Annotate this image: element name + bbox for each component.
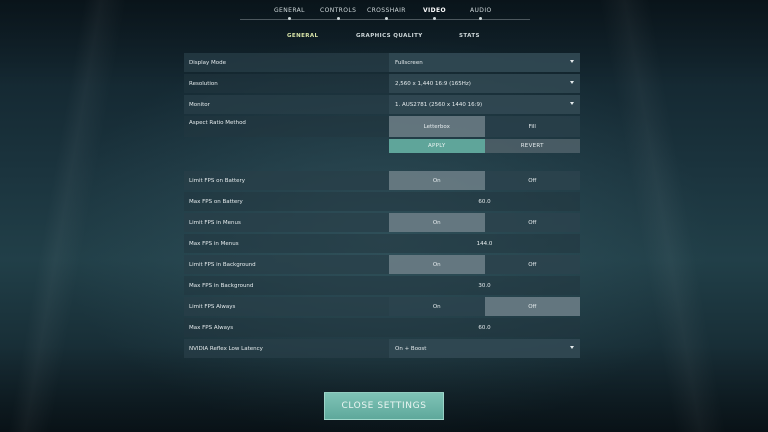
tab-dot-icon bbox=[384, 17, 388, 20]
setting-label: Max FPS in Background bbox=[189, 282, 254, 289]
setting-limit-fps-always: Limit FPS Always On Off bbox=[184, 297, 580, 316]
tab-dot-icon bbox=[479, 17, 483, 20]
setting-label: Limit FPS on Battery bbox=[189, 177, 246, 184]
tab-dot-icon bbox=[336, 17, 340, 20]
subtab-stats[interactable]: STATS bbox=[459, 33, 480, 39]
limit-fps-menus-toggle: On Off bbox=[389, 213, 580, 232]
chevron-down-icon bbox=[570, 346, 574, 349]
monitor-dropdown[interactable]: 1. AUS2781 (2560 x 1440 16:9) bbox=[389, 95, 580, 114]
tab-controls[interactable]: CONTROLS bbox=[320, 0, 357, 20]
dropdown-value: 2,560 x 1,440 16:9 (165Hz) bbox=[395, 80, 471, 87]
setting-monitor: Monitor 1. AUS2781 (2560 x 1440 16:9) bbox=[184, 95, 580, 114]
dropdown-value: Fullscreen bbox=[395, 59, 423, 66]
setting-nvidia-reflex: NVIDIA Reflex Low Latency On + Boost bbox=[184, 339, 580, 358]
on-option[interactable]: On bbox=[389, 171, 485, 190]
setting-label: Resolution bbox=[189, 80, 218, 87]
limit-fps-always-toggle: On Off bbox=[389, 297, 580, 316]
subtab-general[interactable]: GENERAL bbox=[287, 33, 318, 39]
max-fps-background-value[interactable]: 30.0 bbox=[389, 276, 580, 295]
setting-label: Max FPS on Battery bbox=[189, 198, 243, 205]
limit-fps-battery-toggle: On Off bbox=[389, 171, 580, 190]
setting-label: Limit FPS Always bbox=[189, 303, 236, 310]
nvidia-reflex-dropdown[interactable]: On + Boost bbox=[389, 339, 580, 358]
chevron-down-icon bbox=[570, 60, 574, 63]
setting-limit-fps-background: Limit FPS in Background On Off bbox=[184, 255, 580, 274]
setting-label: Max FPS Always bbox=[189, 324, 234, 331]
max-fps-always-value[interactable]: 60.0 bbox=[389, 318, 580, 337]
tab-crosshair-label: CROSSHAIR bbox=[367, 7, 406, 14]
setting-label: Aspect Ratio Method bbox=[189, 120, 246, 126]
setting-limit-fps-menus: Limit FPS in Menus On Off bbox=[184, 213, 580, 232]
setting-label: Monitor bbox=[189, 101, 210, 108]
off-option[interactable]: Off bbox=[484, 171, 580, 190]
dropdown-value: On + Boost bbox=[395, 345, 427, 352]
dropdown-value: 1. AUS2781 (2560 x 1440 16:9) bbox=[395, 101, 483, 108]
settings-panel: Display Mode Fullscreen Resolution 2,560… bbox=[184, 53, 580, 360]
off-option[interactable]: Off bbox=[484, 255, 580, 274]
setting-limit-fps-battery: Limit FPS on Battery On Off bbox=[184, 171, 580, 190]
setting-label: NVIDIA Reflex Low Latency bbox=[189, 345, 263, 352]
close-settings-button[interactable]: CLOSE SETTINGS bbox=[324, 392, 444, 420]
setting-aspect-ratio: Aspect Ratio Method Letterbox Fill bbox=[184, 116, 580, 137]
fill-option[interactable]: Fill bbox=[484, 116, 580, 137]
tab-video[interactable]: VIDEO bbox=[423, 0, 447, 20]
setting-label: Limit FPS in Background bbox=[189, 261, 256, 268]
chevron-down-icon bbox=[570, 102, 574, 105]
tab-general[interactable]: GENERAL bbox=[274, 0, 305, 20]
on-option[interactable]: On bbox=[389, 255, 485, 274]
tab-controls-label: CONTROLS bbox=[320, 7, 357, 14]
max-fps-menus-value[interactable]: 144.0 bbox=[389, 234, 580, 253]
display-mode-dropdown[interactable]: Fullscreen bbox=[389, 53, 580, 72]
tab-dot-icon bbox=[433, 17, 437, 20]
off-option[interactable]: Off bbox=[484, 297, 580, 316]
aspect-ratio-toggle: Letterbox Fill bbox=[389, 116, 580, 137]
chevron-down-icon bbox=[570, 81, 574, 84]
setting-label: Max FPS in Menus bbox=[189, 240, 239, 247]
setting-max-fps-background: Max FPS in Background 30.0 bbox=[184, 276, 580, 295]
limit-fps-background-toggle: On Off bbox=[389, 255, 580, 274]
sub-nav: GENERAL GRAPHICS QUALITY STATS bbox=[0, 33, 768, 43]
apply-revert-row: APPLY REVERT bbox=[184, 139, 580, 153]
setting-label: Limit FPS in Menus bbox=[189, 219, 241, 226]
setting-max-fps-always: Max FPS Always 60.0 bbox=[184, 318, 580, 337]
setting-resolution: Resolution 2,560 x 1,440 16:9 (165Hz) bbox=[184, 74, 580, 93]
max-fps-battery-value[interactable]: 60.0 bbox=[389, 192, 580, 211]
resolution-dropdown[interactable]: 2,560 x 1,440 16:9 (165Hz) bbox=[389, 74, 580, 93]
tab-audio[interactable]: AUDIO bbox=[470, 0, 492, 20]
tab-crosshair[interactable]: CROSSHAIR bbox=[367, 0, 406, 20]
tab-video-label: VIDEO bbox=[423, 7, 447, 14]
on-option[interactable]: On bbox=[389, 297, 485, 316]
setting-label: Display Mode bbox=[189, 59, 227, 66]
subtab-graphics-quality[interactable]: GRAPHICS QUALITY bbox=[356, 33, 423, 39]
tab-dot-icon bbox=[287, 17, 291, 20]
off-option[interactable]: Off bbox=[484, 213, 580, 232]
apply-button[interactable]: APPLY bbox=[389, 139, 485, 153]
letterbox-option[interactable]: Letterbox bbox=[389, 116, 485, 137]
tab-audio-label: AUDIO bbox=[470, 7, 492, 14]
on-option[interactable]: On bbox=[389, 213, 485, 232]
tab-general-label: GENERAL bbox=[274, 7, 305, 14]
setting-max-fps-menus: Max FPS in Menus 144.0 bbox=[184, 234, 580, 253]
setting-max-fps-battery: Max FPS on Battery 60.0 bbox=[184, 192, 580, 211]
top-nav: GENERAL CONTROLS CROSSHAIR VIDEO AUDIO bbox=[0, 0, 768, 22]
revert-button[interactable]: REVERT bbox=[484, 139, 580, 153]
setting-display-mode: Display Mode Fullscreen bbox=[184, 53, 580, 72]
